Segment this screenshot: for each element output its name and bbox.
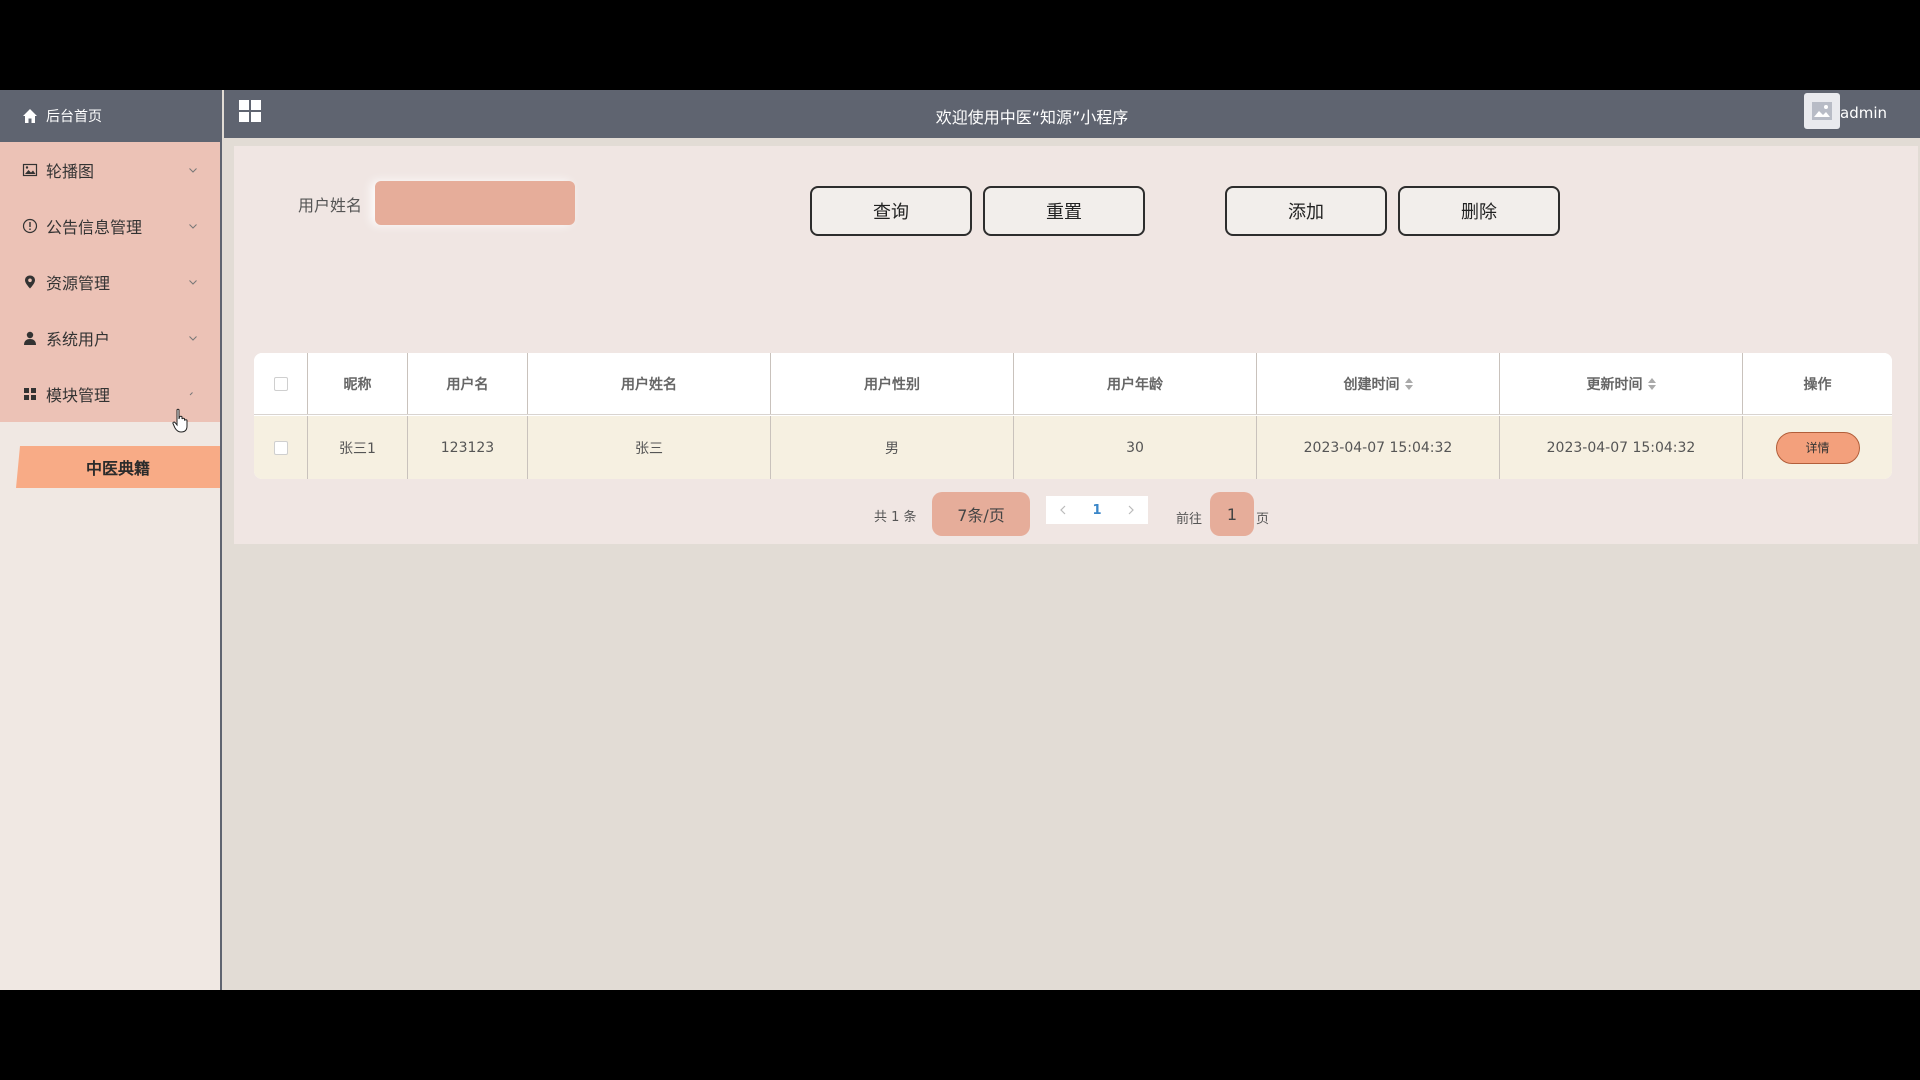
user-table: 昵称 用户名 用户姓名 用户性别 用户年龄 创建时间 更新时间 操作 张三1 1… xyxy=(254,353,1892,479)
sidebar-item-label: 系统用户 xyxy=(46,330,111,349)
search-label: 用户姓名 xyxy=(298,196,363,215)
main-panel: 用户姓名 查询 重置 添加 删除 昵称 用户名 用户姓名 用户性别 用户年龄 创… xyxy=(234,146,1918,544)
goto-page-input[interactable]: 1 xyxy=(1210,492,1254,536)
column-header-age: 用户年龄 xyxy=(1014,353,1257,414)
column-header-name: 用户姓名 xyxy=(528,353,771,414)
chevron-up-icon xyxy=(189,392,193,396)
column-header-label: 创建时间 xyxy=(1343,376,1400,393)
next-page-button[interactable] xyxy=(1114,496,1148,524)
chevron-down-icon xyxy=(189,280,197,285)
username-label[interactable]: admin xyxy=(1840,104,1887,122)
column-header-username: 用户名 xyxy=(408,353,528,414)
detail-button[interactable]: 详情 xyxy=(1775,431,1860,464)
page-size-select[interactable]: 7条/页 xyxy=(932,492,1030,536)
info-circle-icon xyxy=(22,218,38,234)
query-button[interactable]: 查询 xyxy=(810,186,972,236)
sort-icon[interactable] xyxy=(1647,377,1656,390)
grid-icon xyxy=(24,388,36,400)
image-placeholder-icon xyxy=(1812,102,1832,120)
chevron-down-icon xyxy=(189,336,197,341)
select-all-checkbox[interactable] xyxy=(273,376,288,391)
column-header-nickname: 昵称 xyxy=(308,353,408,414)
chevron-right-icon xyxy=(1128,505,1134,515)
table-row: 张三1 123123 张三 男 30 2023-04-07 15:04:32 2… xyxy=(254,416,1892,479)
avatar[interactable] xyxy=(1804,93,1840,129)
row-select-cell xyxy=(254,416,308,479)
sidebar-item-resources[interactable]: 资源管理 xyxy=(0,254,220,310)
sidebar-item-system-users[interactable]: 系统用户 xyxy=(0,310,220,366)
sidebar-home-label: 后台首页 xyxy=(46,109,102,125)
app-screen: 后台首页 轮播图 公告信息管理 资源管理 系统用户 模块管理 中医典籍 欢迎使用… xyxy=(0,90,1920,990)
add-button[interactable]: 添加 xyxy=(1225,186,1387,236)
user-icon xyxy=(24,331,36,345)
sidebar-item-label: 轮播图 xyxy=(46,162,95,181)
cell-name: 张三 xyxy=(528,416,771,479)
sort-icon[interactable] xyxy=(1404,377,1413,390)
column-header-label: 更新时间 xyxy=(1586,376,1643,393)
image-icon xyxy=(22,163,38,177)
cell-gender: 男 xyxy=(771,416,1014,479)
sidebar-item-announcements[interactable]: 公告信息管理 xyxy=(0,198,220,254)
page-unit-label: 页 xyxy=(1256,512,1270,527)
column-header-actions: 操作 xyxy=(1803,376,1832,393)
goto-label: 前往 xyxy=(1176,512,1203,527)
column-header-updated[interactable]: 更新时间 xyxy=(1500,353,1743,414)
top-header: 欢迎使用中医“知源”小程序 admin xyxy=(224,90,1920,138)
cell-username: 123123 xyxy=(408,416,528,479)
row-checkbox[interactable] xyxy=(273,440,288,455)
chevron-down-icon xyxy=(189,224,197,229)
location-pin-icon xyxy=(25,275,35,289)
cell-age: 30 xyxy=(1014,416,1257,479)
sidebar-item-label: 模块管理 xyxy=(46,386,111,405)
column-header-gender: 用户性别 xyxy=(771,353,1014,414)
page-number[interactable]: 1 xyxy=(1080,496,1114,524)
prev-page-button[interactable] xyxy=(1046,496,1080,524)
mouse-pointer-hand-icon xyxy=(172,408,188,433)
sidebar-item-label: 资源管理 xyxy=(46,274,111,293)
cell-actions: 详情 xyxy=(1743,416,1892,479)
sidebar-home[interactable]: 后台首页 xyxy=(0,90,220,142)
chevron-left-icon xyxy=(1060,505,1066,515)
cell-updated: 2023-04-07 15:04:32 xyxy=(1500,416,1743,479)
cell-nickname: 张三1 xyxy=(308,416,408,479)
delete-button[interactable]: 删除 xyxy=(1398,186,1560,236)
chevron-down-icon xyxy=(189,168,197,173)
table-header-row: 昵称 用户名 用户姓名 用户性别 用户年龄 创建时间 更新时间 操作 xyxy=(254,353,1892,415)
pagination: 共 1 条 7条/页 1 前往 1 页 xyxy=(234,492,1918,542)
sidebar-menu: 轮播图 公告信息管理 资源管理 系统用户 模块管理 xyxy=(0,142,220,422)
page-title: 欢迎使用中医“知源”小程序 xyxy=(935,108,1129,127)
total-count: 共 1 条 xyxy=(874,510,917,525)
sidebar-item-carousel[interactable]: 轮播图 xyxy=(0,142,220,198)
reset-button[interactable]: 重置 xyxy=(983,186,1145,236)
column-header-created[interactable]: 创建时间 xyxy=(1257,353,1500,414)
sidebar-subitem-tcm-classics[interactable]: 中医典籍 xyxy=(16,446,220,488)
name-search-input[interactable] xyxy=(375,181,575,225)
select-all-cell xyxy=(254,353,308,414)
home-icon xyxy=(23,109,37,123)
sidebar: 后台首页 轮播图 公告信息管理 资源管理 系统用户 模块管理 中医典籍 xyxy=(0,90,222,990)
sidebar-item-label: 公告信息管理 xyxy=(46,218,143,237)
cell-created: 2023-04-07 15:04:32 xyxy=(1257,416,1500,479)
